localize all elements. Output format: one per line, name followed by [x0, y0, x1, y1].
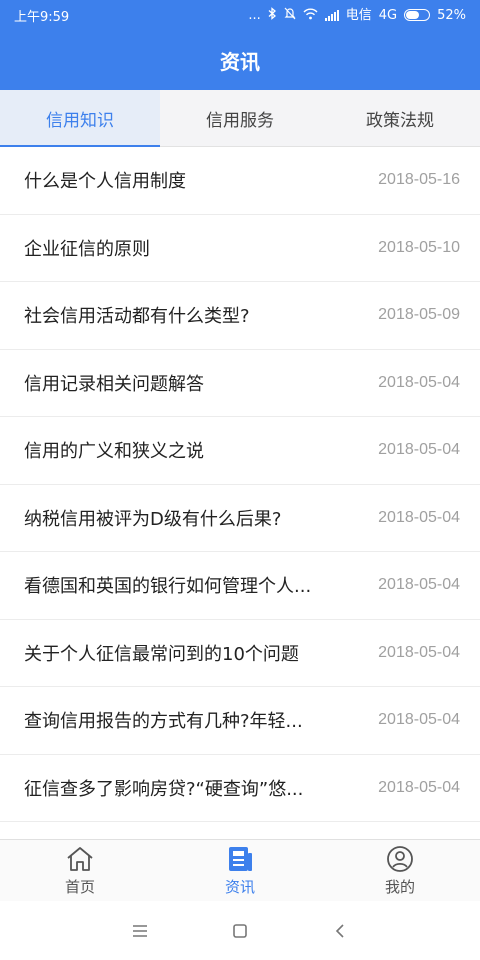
app-header: 资讯	[0, 30, 480, 90]
home-icon	[67, 846, 93, 871]
status-battery: 52%	[437, 7, 466, 23]
list-item[interactable]: 关于个人征信最常问到的10个问题 2018-05-04	[0, 620, 480, 687]
signal-icon	[324, 9, 339, 21]
tab-bar: 信用知识 信用服务 政策法规	[0, 90, 480, 147]
article-date: 2018-05-09	[378, 306, 460, 324]
page-title: 资讯	[220, 49, 260, 74]
back-button[interactable]	[320, 911, 360, 951]
nav-label: 首页	[64, 877, 95, 896]
home-button[interactable]	[220, 911, 260, 951]
mute-icon	[284, 7, 296, 23]
tab-label: 信用服务	[206, 110, 274, 131]
menu-icon	[133, 924, 147, 937]
article-date: 2018-05-04	[378, 508, 460, 526]
article-date: 2018-05-04	[378, 643, 460, 661]
bluetooth-icon	[268, 7, 277, 23]
article-title: 信用记录相关问题解答	[24, 373, 204, 395]
status-time: 上午9:59	[14, 9, 70, 25]
list-item[interactable]: 看德国和英国的银行如何管理个人... 2018-05-04	[0, 552, 480, 620]
list-item[interactable]: 企业征信的原则 2018-05-10	[0, 215, 480, 282]
article-title: 纳税信用被评为D级有什么后果?	[24, 508, 282, 530]
back-arrow-icon	[335, 923, 344, 938]
article-title: 关于个人征信最常问到的10个问题	[24, 643, 299, 665]
article-date: 2018-05-04	[378, 441, 460, 459]
status-bar: 上午9:59 ... 电信 4G 52%	[0, 0, 480, 30]
system-nav-bar	[0, 901, 480, 960]
article-date: 2018-05-04	[378, 373, 460, 391]
article-date: 2018-05-16	[378, 171, 460, 189]
tab-policy-regulations[interactable]: 政策法规	[320, 90, 480, 146]
article-title: 社会信用活动都有什么类型?	[24, 306, 250, 328]
list-item[interactable]: 征信查多了影响房贷?“硬查询”悠... 2018-05-04	[0, 755, 480, 822]
menu-button[interactable]	[120, 911, 160, 951]
nav-home[interactable]: 首页	[0, 840, 160, 901]
nav-profile[interactable]: 我的	[320, 840, 480, 901]
article-title: 什么是个人信用制度	[24, 171, 186, 193]
status-carrier: 电信	[345, 7, 372, 23]
article-title: 信用的广义和狭义之说	[24, 441, 204, 463]
nav-news[interactable]: 资讯	[160, 840, 320, 901]
status-network: 4G	[378, 7, 398, 23]
news-icon	[229, 846, 252, 871]
battery-icon	[404, 9, 431, 21]
tab-credit-knowledge[interactable]: 信用知识	[0, 90, 160, 147]
article-title: 看德国和英国的银行如何管理个人...	[24, 576, 312, 598]
list-item[interactable]: 查询信用报告的方式有几种?年轻... 2018-05-04	[0, 687, 480, 755]
tab-credit-service[interactable]: 信用服务	[160, 90, 320, 146]
list-item[interactable]: 信用的广义和狭义之说 2018-05-04	[0, 417, 480, 485]
article-date: 2018-05-04	[378, 711, 460, 729]
article-date: 2018-05-10	[378, 238, 460, 256]
square-icon	[233, 923, 247, 938]
user-icon	[387, 845, 413, 872]
status-icons: ... 电信 4G 52%	[248, 7, 466, 23]
list-item[interactable]: 社会信用活动都有什么类型? 2018-05-09	[0, 282, 480, 350]
wifi-icon	[303, 8, 318, 23]
nav-label: 我的	[384, 877, 415, 896]
list-item[interactable]: 什么是个人信用制度 2018-05-16	[0, 147, 480, 215]
article-title: 征信查多了影响房贷?“硬查询”悠...	[24, 778, 304, 800]
status-dots: ...	[248, 7, 261, 23]
list-item[interactable]: 纳税信用被评为D级有什么后果? 2018-05-04	[0, 485, 480, 552]
article-date: 2018-05-04	[378, 778, 460, 796]
tab-label: 政策法规	[366, 110, 434, 131]
bottom-nav: 首页 资讯 我的	[0, 839, 480, 901]
article-date: 2018-05-04	[378, 576, 460, 594]
nav-label: 资讯	[224, 877, 255, 896]
article-list: 什么是个人信用制度 2018-05-16 企业征信的原则 2018-05-10 …	[0, 147, 480, 822]
list-item[interactable]: 信用记录相关问题解答 2018-05-04	[0, 350, 480, 417]
article-title: 查询信用报告的方式有几种?年轻...	[24, 711, 303, 733]
tab-label: 信用知识	[46, 110, 114, 131]
article-title: 企业征信的原则	[24, 238, 150, 260]
